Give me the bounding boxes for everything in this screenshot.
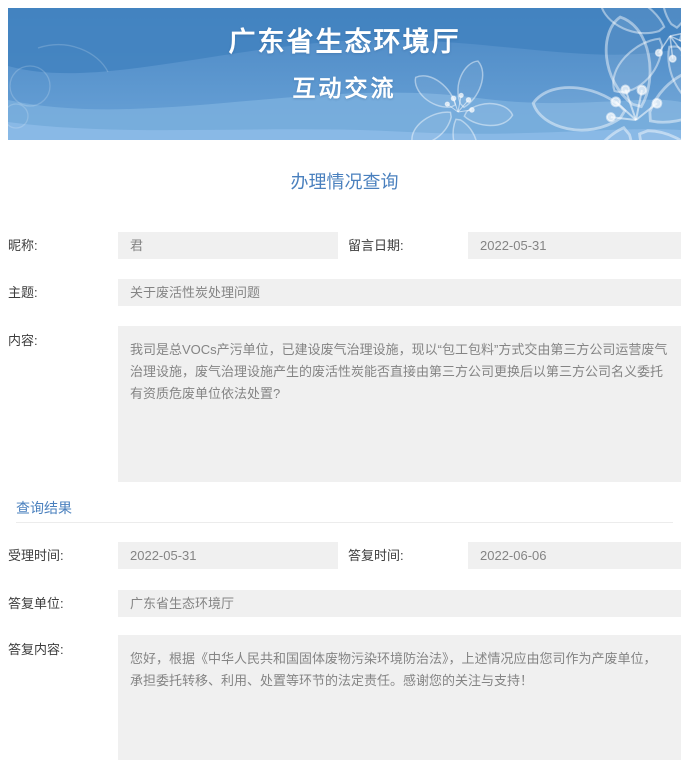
inquiry-form: 昵称: 君 留言日期: 2022-05-31 主题: 关于废活性炭处理问题 内容… <box>0 232 689 760</box>
reply-unit-label: 答复单位: <box>8 590 118 617</box>
nickname-field[interactable]: 君 <box>118 232 338 259</box>
accept-time-field[interactable]: 2022-05-31 <box>118 542 338 569</box>
reply-content-label: 答复内容: <box>8 635 118 659</box>
content-label: 内容: <box>8 326 118 350</box>
nickname-date-row: 昵称: 君 留言日期: 2022-05-31 <box>8 232 681 259</box>
content-row: 内容: 我司是总VOCs产污单位，已建设废气治理设施，现以“包工包料”方式交由第… <box>8 326 681 482</box>
section-divider <box>16 522 673 523</box>
banner-title: 广东省生态环境厅 <box>229 20 461 59</box>
reply-time-label: 答复时间: <box>338 542 468 569</box>
reply-content-row: 答复内容: 您好，根据《中华人民共和国固体废物污染环境防治法》，上述情况应由您司… <box>8 635 681 760</box>
accept-time-label: 受理时间: <box>8 542 118 569</box>
reply-time-field[interactable]: 2022-06-06 <box>468 542 681 569</box>
reply-unit-row: 答复单位: 广东省生态环境厅 <box>8 590 681 617</box>
page-title: 办理情况查询 <box>0 171 689 193</box>
subject-label: 主题: <box>8 279 118 306</box>
subject-field[interactable]: 关于废活性炭处理问题 <box>118 279 681 306</box>
banner-text-block: 广东省生态环境厅 互动交流 <box>8 8 681 140</box>
content-textarea[interactable]: 我司是总VOCs产污单位，已建设废气治理设施，现以“包工包料”方式交由第三方公司… <box>118 326 681 482</box>
reply-content-textarea[interactable]: 您好，根据《中华人民共和国固体废物污染环境防治法》，上述情况应由您司作为产废单位… <box>118 635 681 760</box>
header-banner: 广东省生态环境厅 互动交流 <box>8 8 681 140</box>
message-date-label: 留言日期: <box>338 232 468 259</box>
banner-subtitle: 互动交流 <box>293 69 397 103</box>
message-date-field[interactable]: 2022-05-31 <box>468 232 681 259</box>
query-result-section-title: 查询结果 <box>16 498 681 518</box>
accept-reply-time-row: 受理时间: 2022-05-31 答复时间: 2022-06-06 <box>8 542 681 569</box>
nickname-label: 昵称: <box>8 232 118 259</box>
subject-row: 主题: 关于废活性炭处理问题 <box>8 279 681 306</box>
reply-unit-field[interactable]: 广东省生态环境厅 <box>118 590 681 617</box>
